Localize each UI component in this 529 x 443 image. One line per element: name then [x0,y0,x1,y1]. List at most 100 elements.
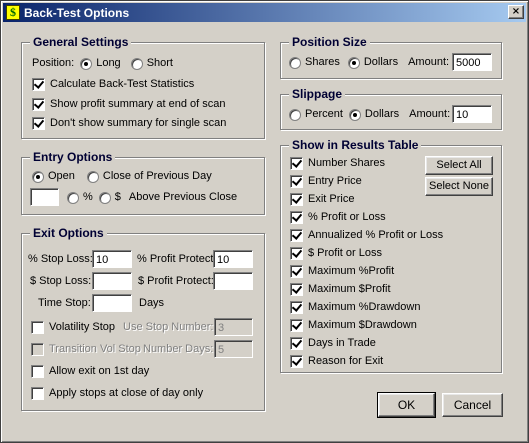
allow-exit-first-day-label[interactable]: Allow exit on 1st day [49,365,149,378]
allow-exit-first-day-checkbox[interactable] [31,365,44,378]
transition-vol-stop-label[interactable]: Transition Vol Stop [49,343,141,356]
dollar-icon: $ [6,5,20,20]
position-label: Position: [32,57,75,69]
entry-dollar-label[interactable]: $ [115,191,121,204]
calc-stats-checkbox[interactable] [32,78,45,91]
volatility-stop-checkbox[interactable] [31,321,44,334]
show-summary-checkbox[interactable] [32,98,45,111]
result-max-dollar-drawdown-label[interactable]: Maximum $Drawdown [308,319,417,332]
result-max-pct-drawdown-checkbox[interactable] [290,301,303,314]
slippage-dollars-label[interactable]: Dollars [365,108,399,121]
back-test-options-dialog: $ Back-Test Options × General Settings P… [0,0,529,443]
close-previous-day-label[interactable]: Close of Previous Day [103,170,212,183]
show-summary-label[interactable]: Show profit summary at end of scan [50,98,225,111]
short-label[interactable]: Short [147,57,173,70]
dont-show-summary-checkbox[interactable] [32,117,45,130]
slippage-amount-input[interactable] [452,105,492,123]
use-stop-number-label: Use Stop Number: [123,321,214,333]
exit-options-title: Exit Options [30,226,107,240]
position-amount-input[interactable] [452,53,492,71]
result-number-shares-label[interactable]: Number Shares [308,157,385,170]
result-number-shares-checkbox[interactable] [290,157,303,170]
result-entry-price-checkbox[interactable] [290,175,303,188]
position-dollars-radio[interactable] [347,56,360,69]
pct-profit-protect-label: % Profit Protect: [137,253,217,265]
result-annualized-pct-checkbox[interactable] [290,229,303,242]
slippage-title: Slippage [289,87,346,101]
result-exit-price-checkbox[interactable] [290,193,303,206]
position-dollars-label[interactable]: Dollars [364,56,398,69]
result-days-in-trade-label[interactable]: Days in Trade [308,337,376,350]
slippage-dollars-radio[interactable] [348,108,361,121]
result-max-pct-drawdown-label[interactable]: Maximum %Drawdown [308,301,420,314]
result-exit-price-label[interactable]: Exit Price [308,193,354,206]
slippage-amount-label: Amount: [409,108,451,120]
pct-stop-loss-input[interactable] [92,250,132,268]
entry-percent-label[interactable]: % [83,191,93,204]
result-max-pct-profit-checkbox[interactable] [290,265,303,278]
transition-vol-stop-checkbox[interactable] [31,343,44,356]
open-label[interactable]: Open [48,170,75,183]
entry-options-title: Entry Options [30,150,116,164]
pct-profit-protect-input[interactable] [213,250,253,268]
time-stop-label: Time Stop: [38,297,91,309]
open-radio[interactable] [32,170,44,183]
result-max-dollar-profit-label[interactable]: Maximum $Profit [308,283,391,296]
position-size-title: Position Size [289,35,370,49]
position-amount-label: Amount: [408,56,450,68]
apply-stops-close-checkbox[interactable] [31,387,44,400]
slippage-percent-radio[interactable] [289,108,301,121]
apply-stops-close-label[interactable]: Apply stops at close of day only [49,387,203,400]
general-settings-title: General Settings [30,35,132,49]
dollar-profit-protect-input[interactable] [213,272,253,290]
result-max-dollar-profit-checkbox[interactable] [290,283,303,296]
long-radio[interactable] [80,57,93,70]
position-size-group: Position Size Shares Dollars Amount: [280,35,502,79]
position-shares-radio[interactable] [289,56,301,69]
title-bar[interactable]: $ Back-Test Options × [3,3,526,22]
pct-stop-loss-label: % Stop Loss: [28,253,93,265]
general-settings-group: General Settings Position: Long Short Ca… [21,35,265,139]
result-dollar-profit-loss-label[interactable]: $ Profit or Loss [308,247,382,260]
volatility-stop-label[interactable]: Volatility Stop [49,321,115,334]
number-days-label: Number Days: [143,343,214,355]
results-table-title: Show in Results Table [289,138,422,152]
days-label: Days [139,297,165,309]
number-days-input[interactable] [214,340,253,358]
dollar-profit-protect-label: $ Profit Protect: [138,275,214,287]
short-radio[interactable] [130,57,143,70]
position-shares-label[interactable]: Shares [305,56,340,69]
entry-dollar-radio[interactable] [98,191,111,204]
select-all-button[interactable]: Select All [425,156,493,175]
above-previous-close-label: Above Previous Close [128,191,238,203]
entry-above-value-input[interactable] [30,188,59,206]
entry-options-group: Entry Options Open Close of Previous Day… [21,150,265,215]
use-stop-number-input[interactable] [214,318,253,336]
result-max-pct-profit-label[interactable]: Maximum %Profit [308,265,394,278]
ok-button[interactable]: OK [377,392,436,418]
dollar-stop-loss-label: $ Stop Loss: [30,275,92,287]
exit-options-group: Exit Options % Stop Loss: % Profit Prote… [21,226,265,411]
select-none-button[interactable]: Select None [425,177,493,196]
close-previous-day-radio[interactable] [86,170,99,183]
window-title: Back-Test Options [24,5,130,20]
calc-stats-label[interactable]: Calculate Back-Test Statistics [50,78,194,91]
result-max-dollar-drawdown-checkbox[interactable] [290,319,303,332]
dollar-stop-loss-input[interactable] [92,272,132,290]
entry-percent-radio[interactable] [67,191,79,204]
result-annualized-pct-label[interactable]: Annualized % Profit or Loss [308,229,443,242]
cancel-button[interactable]: Cancel [442,393,503,417]
close-button[interactable]: × [508,5,524,19]
result-reason-for-exit-checkbox[interactable] [290,355,303,368]
result-reason-for-exit-label[interactable]: Reason for Exit [308,355,383,368]
result-entry-price-label[interactable]: Entry Price [308,175,362,188]
result-pct-profit-loss-checkbox[interactable] [290,211,303,224]
time-stop-input[interactable] [92,294,132,312]
result-dollar-profit-loss-checkbox[interactable] [290,247,303,260]
slippage-group: Slippage Percent Dollars Amount: [280,87,502,130]
slippage-percent-label[interactable]: Percent [305,108,343,121]
dont-show-summary-label[interactable]: Don't show summary for single scan [50,117,226,130]
result-pct-profit-loss-label[interactable]: % Profit or Loss [308,211,386,224]
result-days-in-trade-checkbox[interactable] [290,337,303,350]
long-label[interactable]: Long [96,57,120,70]
